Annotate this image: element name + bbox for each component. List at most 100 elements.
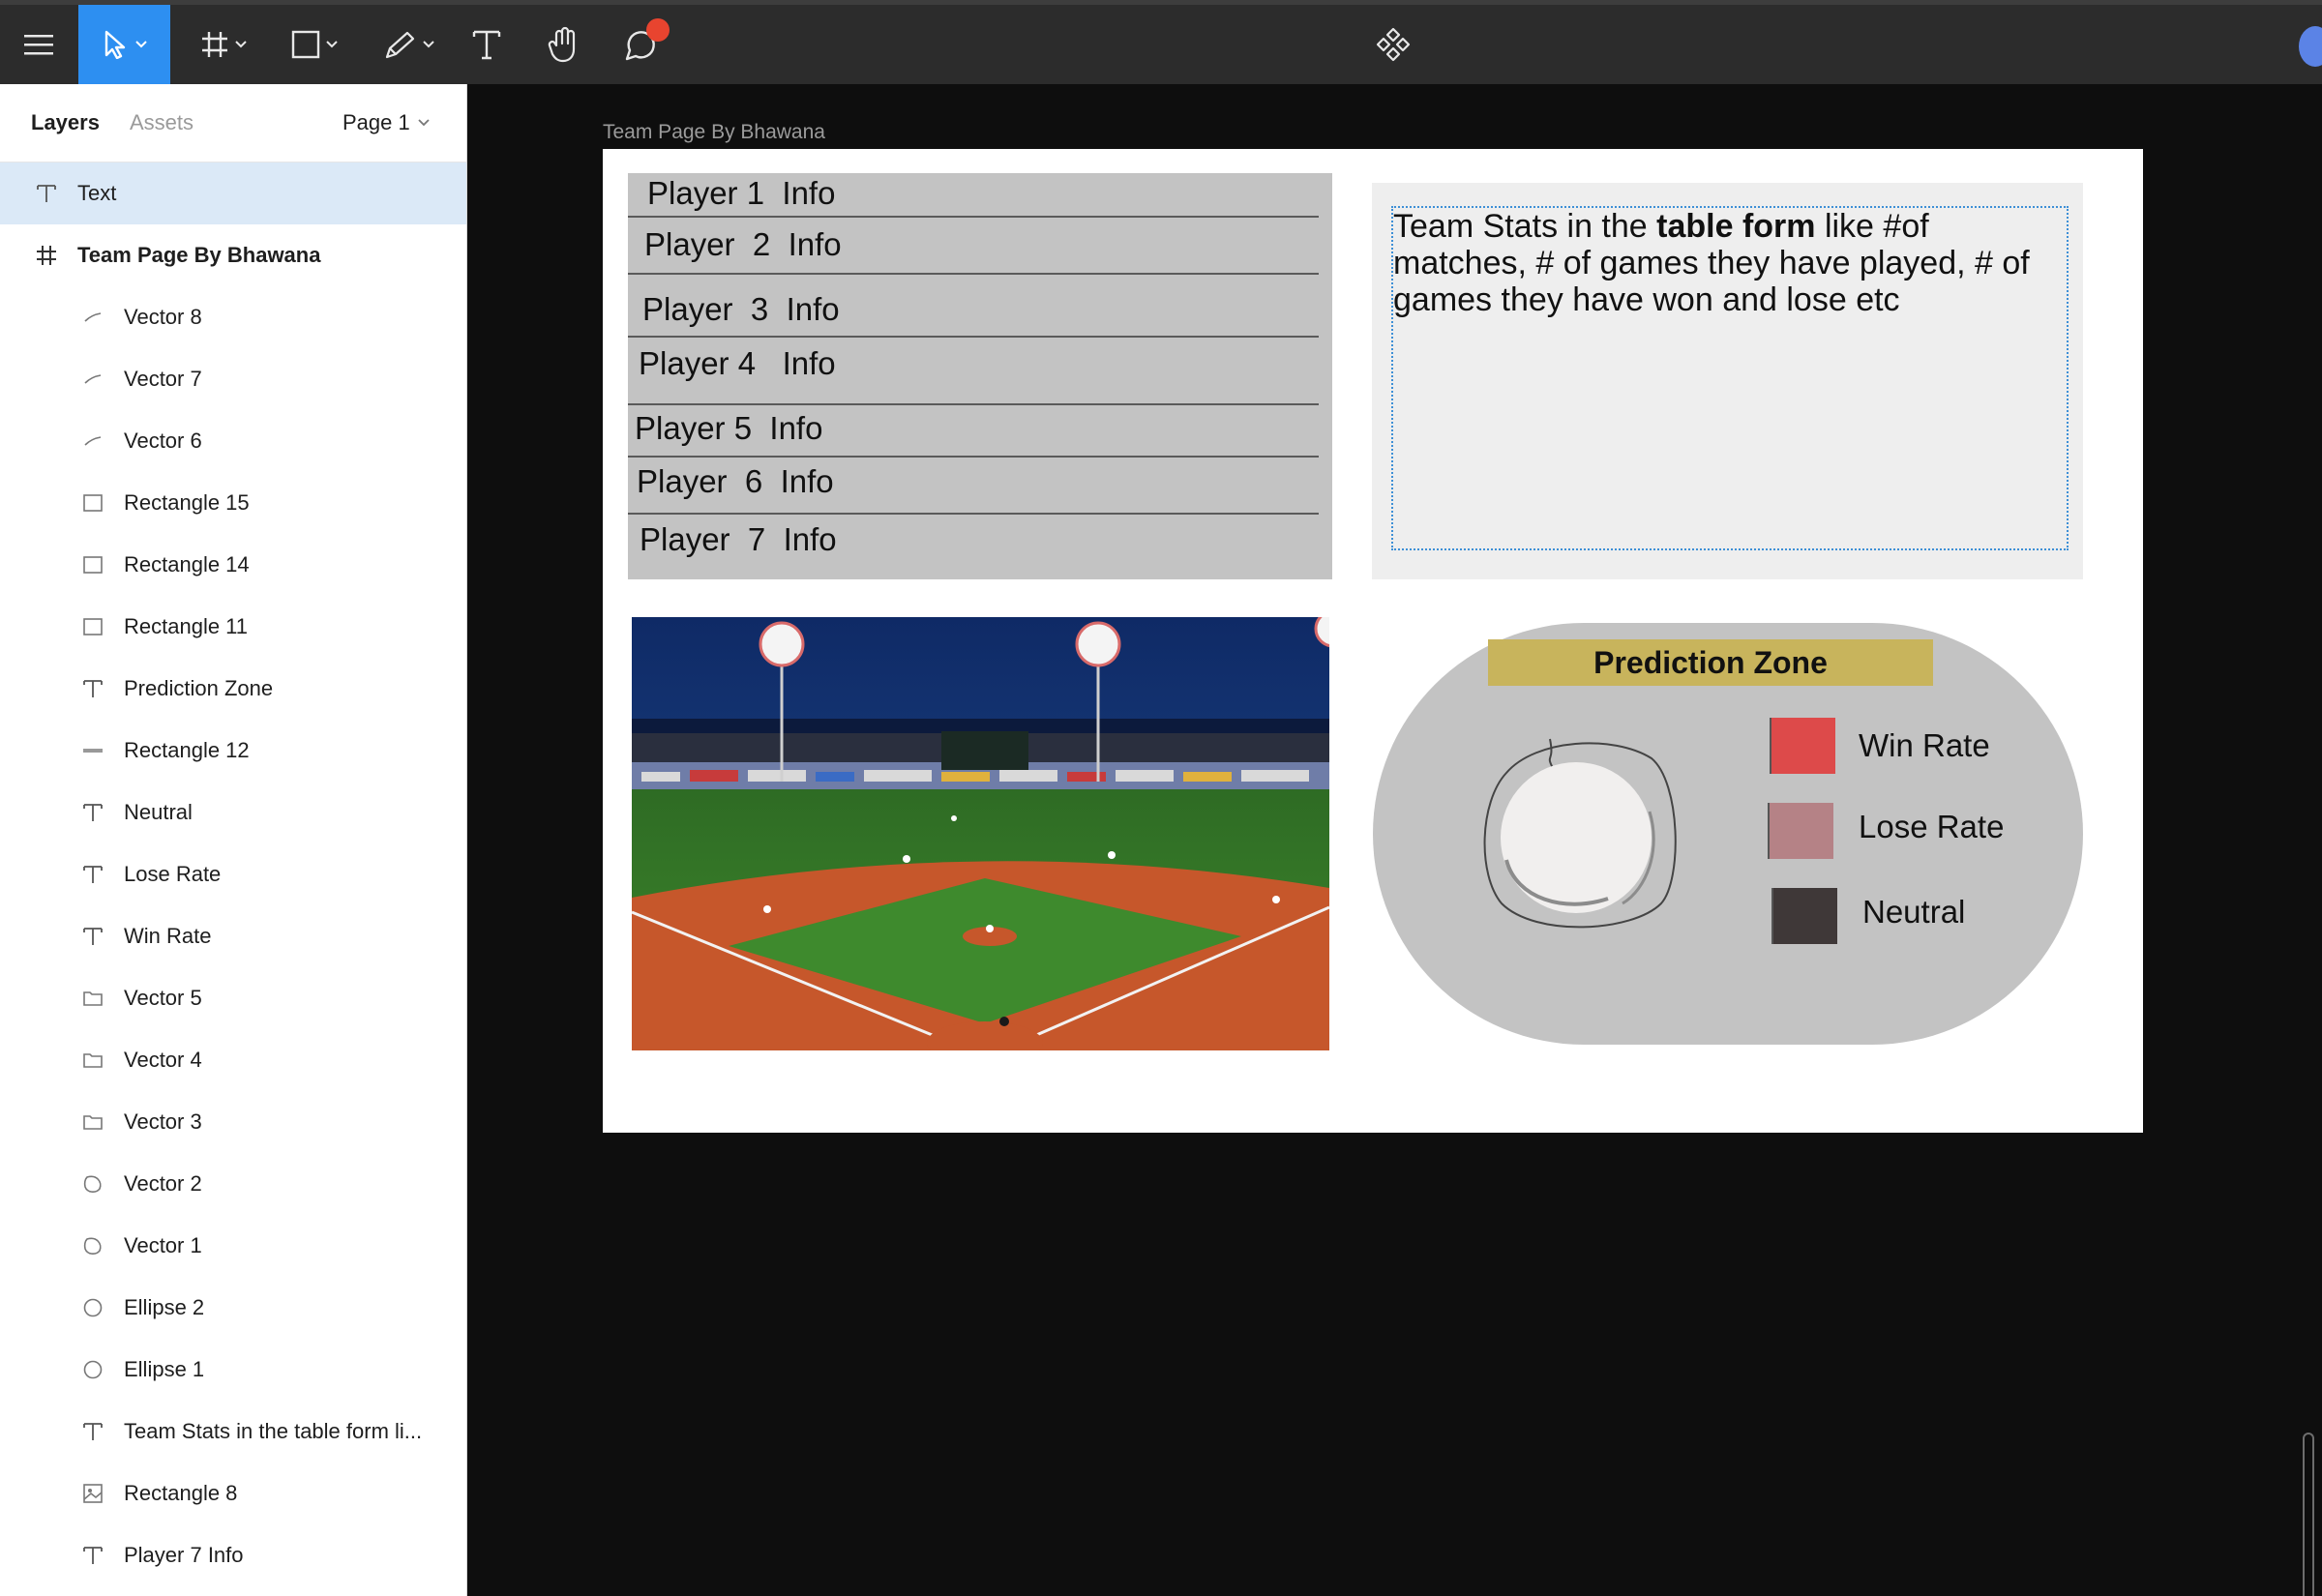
page-selector-label: Page 1 <box>342 110 410 134</box>
layer-row[interactable]: Vector 2 <box>0 1153 466 1215</box>
team-stats-panel[interactable]: Team Stats in the table form like #of ma… <box>1372 183 2083 579</box>
prediction-zone-title[interactable]: Prediction Zone <box>1488 639 1933 686</box>
layer-row[interactable]: Team Page By Bhawana <box>0 224 466 286</box>
layer-label: Win Rate <box>124 924 212 948</box>
ellipse-icon <box>79 1294 106 1321</box>
layer-label: Vector 1 <box>124 1233 202 1257</box>
folder-vector-icon <box>79 985 106 1012</box>
chevron-down-icon <box>422 41 434 48</box>
layer-row[interactable]: Vector 6 <box>0 410 466 472</box>
design-canvas[interactable]: Team Page By Bhawana Player 1 Info Playe… <box>467 84 2322 1596</box>
toolbar <box>0 0 2322 84</box>
team-stats-text[interactable]: Team Stats in the table form like #of ma… <box>1393 208 2070 318</box>
player-info[interactable]: Player 3 Info <box>642 291 840 328</box>
layer-row[interactable]: Prediction Zone <box>0 658 466 720</box>
text-tool-button[interactable] <box>462 5 511 84</box>
player-info[interactable]: Player 4 Info <box>639 345 836 382</box>
components-button[interactable] <box>1372 5 1414 84</box>
prediction-zone-panel[interactable]: Prediction Zone Win Rate Lose Rate Neutr… <box>1373 623 2083 1045</box>
stadium-illustration <box>632 617 1329 1050</box>
vector-icon <box>79 428 106 455</box>
layer-row[interactable]: Ellipse 2 <box>0 1277 466 1339</box>
player-info[interactable]: Player 7 Info <box>640 521 837 558</box>
chevron-down-icon <box>326 41 338 48</box>
layer-row[interactable]: Vector 4 <box>0 1029 466 1091</box>
frame-label[interactable]: Team Page By Bhawana <box>603 121 825 144</box>
chevron-down-icon <box>418 119 430 127</box>
text-icon <box>79 1418 106 1445</box>
folder-vector-icon <box>79 1047 106 1074</box>
circle-vector-icon <box>79 1170 106 1197</box>
avatar[interactable] <box>2299 26 2322 67</box>
lose-rate-label[interactable]: Lose Rate <box>1859 809 2004 845</box>
notification-dot <box>646 18 670 42</box>
win-rate-label[interactable]: Win Rate <box>1859 727 1990 764</box>
lose-rate-swatch[interactable] <box>1768 803 1833 859</box>
layer-label: Vector 4 <box>124 1048 202 1072</box>
cursor-icon <box>104 30 125 59</box>
shape-tool-button[interactable] <box>281 5 348 84</box>
layer-label: Rectangle 8 <box>124 1481 238 1505</box>
players-panel[interactable]: Player 1 Info Player 2 Info Player 3 Inf… <box>628 173 1332 579</box>
main-menu-button[interactable] <box>10 5 68 84</box>
layer-label: Neutral <box>124 800 193 824</box>
text-icon <box>33 180 60 207</box>
layer-row[interactable]: Rectangle 11 <box>0 596 466 658</box>
frame-icon <box>202 32 227 57</box>
comment-tool-button[interactable] <box>617 5 670 84</box>
divider-line <box>628 216 1319 218</box>
image-icon <box>79 1480 106 1507</box>
layer-label: Rectangle 12 <box>124 738 250 762</box>
prediction-dial[interactable] <box>1477 734 1682 937</box>
layer-row[interactable]: Vector 3 <box>0 1091 466 1153</box>
move-tool-button[interactable] <box>78 5 170 84</box>
layer-row[interactable]: Text <box>0 163 466 224</box>
layer-row[interactable]: Vector 7 <box>0 348 466 410</box>
layer-row[interactable]: Lose Rate <box>0 843 466 905</box>
layer-row[interactable]: Win Rate <box>0 905 466 967</box>
layer-row[interactable]: Team Stats in the table form li... <box>0 1401 466 1463</box>
stats-text-start: Team Stats in the <box>1393 208 1657 245</box>
layer-row[interactable]: Rectangle 15 <box>0 472 466 534</box>
divider-line <box>628 403 1319 405</box>
layer-label: Prediction Zone <box>124 676 274 700</box>
pen-icon <box>385 31 414 59</box>
layer-label: Ellipse 2 <box>124 1295 205 1319</box>
layer-row[interactable]: Vector 1 <box>0 1215 466 1277</box>
layer-row[interactable]: Neutral <box>0 782 466 843</box>
vertical-scrollbar[interactable] <box>2303 1433 2314 1596</box>
frame-tool-button[interactable] <box>190 5 257 84</box>
circle-vector-icon <box>79 1232 106 1259</box>
layer-label: Ellipse 1 <box>124 1357 205 1381</box>
layer-row[interactable]: Ellipse 1 <box>0 1339 466 1401</box>
layer-row[interactable]: Rectangle 14 <box>0 534 466 596</box>
stadium-image[interactable] <box>632 617 1329 1050</box>
neutral-swatch[interactable] <box>1771 888 1837 944</box>
neutral-label[interactable]: Neutral <box>1862 894 1965 931</box>
hand-icon <box>548 26 576 63</box>
layer-label: Team Page By Bhawana <box>77 243 321 267</box>
win-rate-swatch[interactable] <box>1770 718 1835 774</box>
page-selector[interactable]: Page 1 <box>342 110 430 135</box>
player-info[interactable]: Player 6 Info <box>637 463 834 500</box>
team-page-frame[interactable]: Player 1 Info Player 2 Info Player 3 Inf… <box>603 149 2143 1133</box>
hand-tool-button[interactable] <box>540 5 588 84</box>
layer-row[interactable]: Vector 5 <box>0 967 466 1029</box>
text-icon <box>79 799 106 826</box>
player-info[interactable]: Player 1 Info <box>647 175 835 212</box>
layer-row[interactable]: Rectangle 12 <box>0 720 466 782</box>
chevron-down-icon <box>235 41 247 48</box>
text-icon <box>79 675 106 702</box>
layer-row[interactable]: Rectangle 8 <box>0 1463 466 1524</box>
layer-row[interactable]: Vector 8 <box>0 286 466 348</box>
layer-label: Vector 5 <box>124 986 202 1010</box>
player-info[interactable]: Player 5 Info <box>635 410 822 447</box>
layer-label: Text <box>77 181 117 205</box>
text-icon <box>79 923 106 950</box>
pen-tool-button[interactable] <box>372 5 445 84</box>
tab-layers[interactable]: Layers <box>31 110 100 135</box>
divider-line <box>628 273 1319 275</box>
layer-row[interactable]: Player 7 Info <box>0 1524 466 1586</box>
player-info[interactable]: Player 2 Info <box>644 226 842 263</box>
tab-assets[interactable]: Assets <box>130 110 194 135</box>
